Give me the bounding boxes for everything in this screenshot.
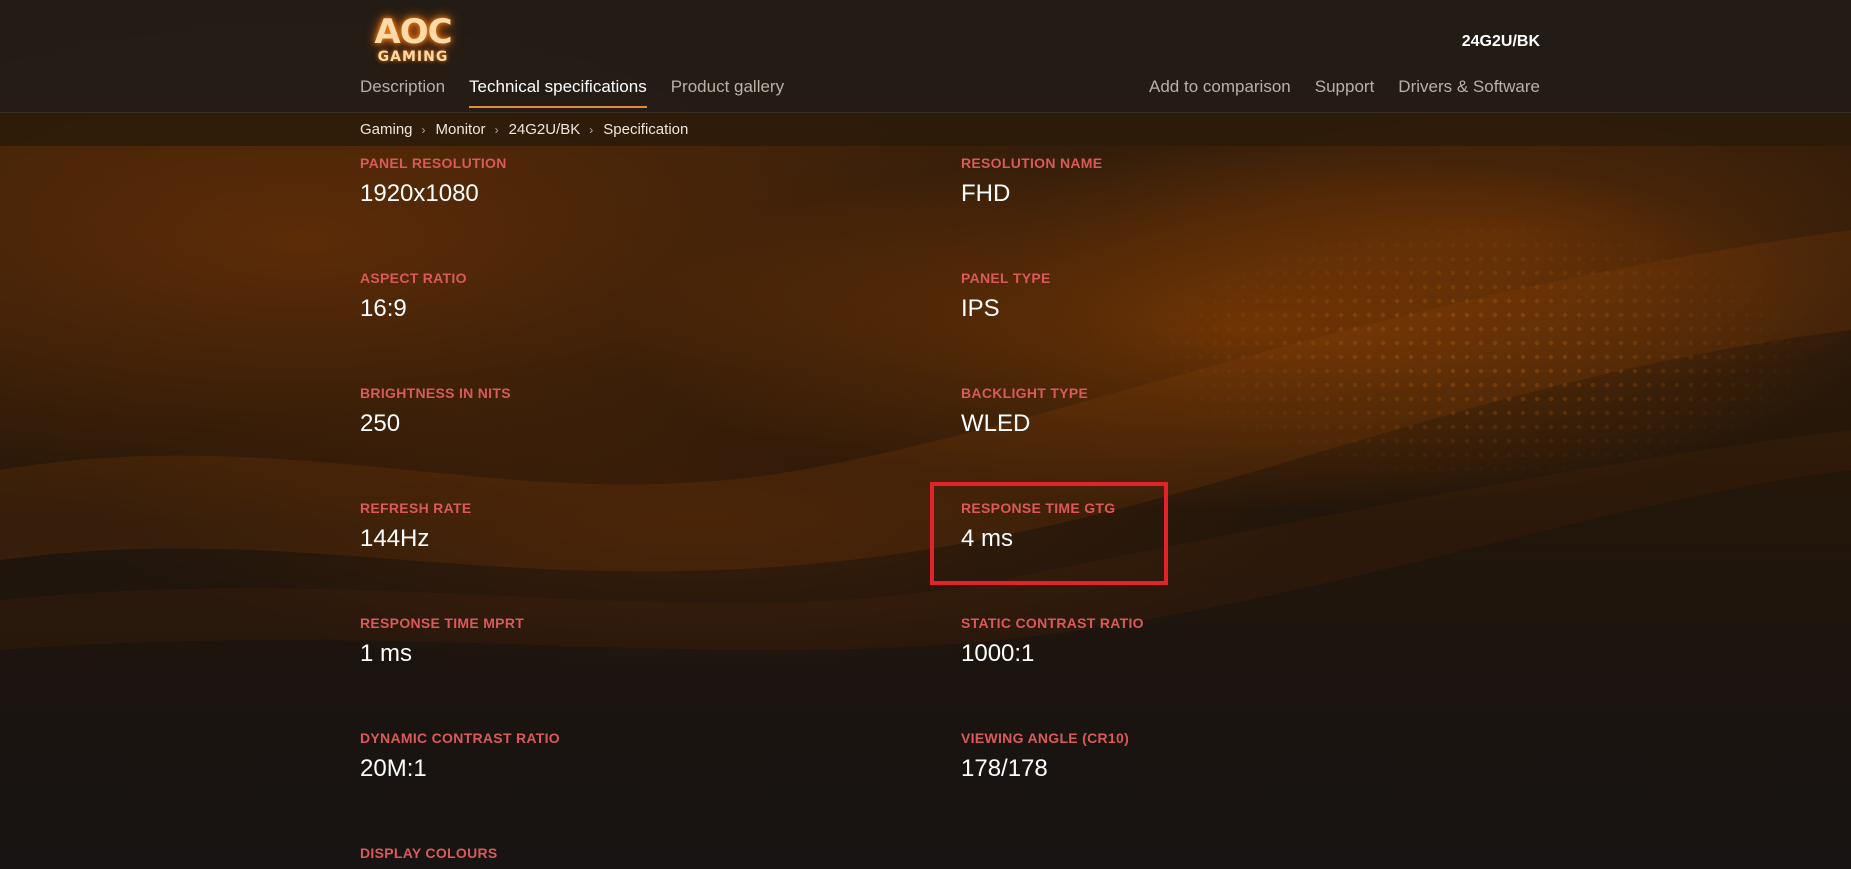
spec-value: 1920x1080 [360,180,479,207]
spec-label: BACKLIGHT TYPE [961,385,1089,401]
spec-static-contrast-ratio: STATIC CONTRAST RATIO 1000:1 [961,614,1381,669]
spec-value: IPS [961,295,1000,322]
spec-dynamic-contrast-ratio: DYNAMIC CONTRAST RATIO 20M:1 [360,729,780,784]
spec-value: 1 ms [360,640,413,667]
spec-display-colours: DISPLAY COLOURS [360,844,780,862]
spec-viewing-angle: VIEWING ANGLE (CR10) 178/178 [961,729,1381,784]
breadcrumb-item-specification: Specification [603,121,689,138]
logo-sub: GAMING [377,49,449,65]
tab-technical-specifications[interactable]: Technical specifications [469,76,647,108]
model-name: 24G2U/BK [1461,33,1540,50]
spec-value: 16:9 [360,295,407,322]
spec-brightness: BRIGHTNESS IN NITS 250 [360,384,780,439]
spec-label: DYNAMIC CONTRAST RATIO [360,730,560,746]
spec-value: 144Hz [360,525,430,552]
spec-label: RESPONSE TIME MPRT [360,615,525,631]
spec-refresh-rate: REFRESH RATE 144Hz [360,499,780,554]
spec-value: WLED [961,410,1031,437]
support-link[interactable]: Support [1315,76,1375,106]
logo-brand: AOC [374,12,452,52]
breadcrumb: Gaming › Monitor › 24G2U/BK › Specificat… [0,113,1851,146]
spec-value: 250 [360,410,401,437]
site-header: AOC GAMING 24G2U/BK Description Technica… [0,0,1851,113]
highlight-box [930,482,1168,585]
chevron-right-icon: › [589,122,594,137]
spec-label: BRIGHTNESS IN NITS [360,385,511,401]
spec-value: 1000:1 [961,640,1035,667]
spec-label: PANEL RESOLUTION [360,155,507,171]
spec-value: FHD [961,180,1011,207]
spec-panel-resolution: PANEL RESOLUTION 1920x1080 [360,154,780,209]
spec-response-time-mprt: RESPONSE TIME MPRT 1 ms [360,614,780,669]
aoc-gaming-logo[interactable]: AOC GAMING [370,15,456,69]
spec-panel-type: PANEL TYPE IPS [961,269,1381,324]
chevron-right-icon: › [421,122,426,137]
spec-backlight-type: BACKLIGHT TYPE WLED [961,384,1381,439]
spec-label: STATIC CONTRAST RATIO [961,615,1144,631]
spec-value: 178/178 [961,755,1048,782]
chevron-right-icon: › [494,122,499,137]
breadcrumb-item-model[interactable]: 24G2U/BK [509,121,581,138]
tab-product-gallery[interactable]: Product gallery [671,76,784,108]
secondary-nav: Add to comparison Support Drivers & Soft… [1149,76,1540,106]
spec-value: 20M:1 [360,755,427,782]
spec-label: ASPECT RATIO [360,270,467,286]
spec-label: PANEL TYPE [961,270,1051,286]
spec-label: DISPLAY COLOURS [360,845,498,861]
spec-resolution-name: RESOLUTION NAME FHD [961,154,1381,209]
spec-aspect-ratio: ASPECT RATIO 16:9 [360,269,780,324]
breadcrumb-item-monitor[interactable]: Monitor [436,121,486,138]
breadcrumb-item-gaming[interactable]: Gaming [360,121,413,138]
product-tabs: Description Technical specifications Pro… [360,76,784,108]
tab-description[interactable]: Description [360,76,445,108]
add-to-comparison-link[interactable]: Add to comparison [1149,76,1291,106]
spec-label: REFRESH RATE [360,500,472,516]
drivers-software-link[interactable]: Drivers & Software [1398,76,1540,106]
spec-label: RESOLUTION NAME [961,155,1103,171]
spec-label: VIEWING ANGLE (CR10) [961,730,1130,746]
